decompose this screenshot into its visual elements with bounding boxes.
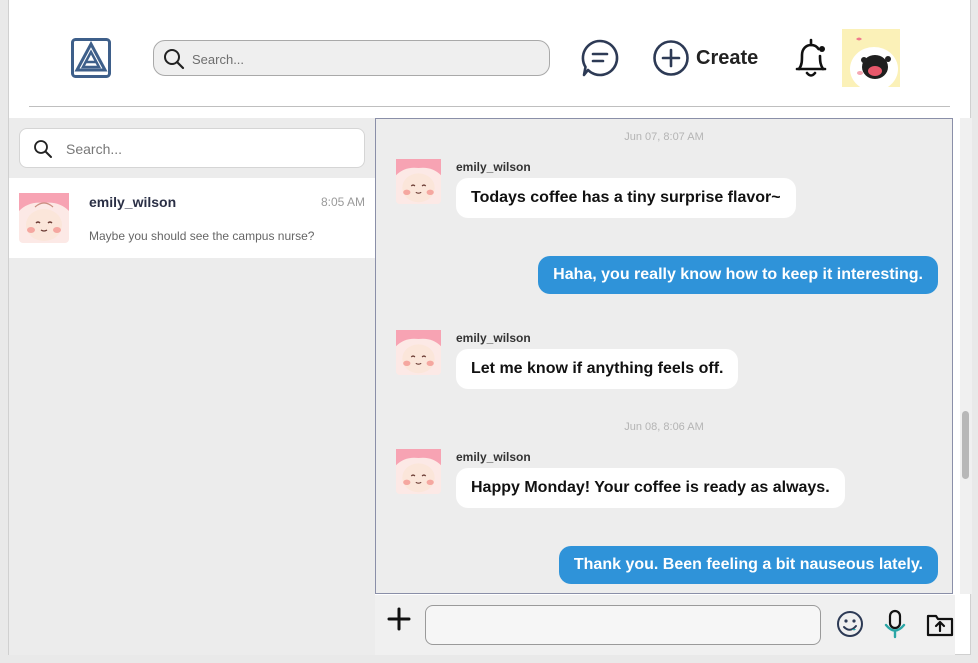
message-outgoing: Haha, you really know how to keep it int… <box>538 256 938 294</box>
sender-avatar[interactable] <box>396 330 441 375</box>
message-composer <box>375 595 955 655</box>
conversation-preview: Maybe you should see the campus nurse? <box>89 229 315 243</box>
top-bar: Create <box>9 0 970 108</box>
top-search-input[interactable] <box>192 49 532 69</box>
message-incoming: emily_wilson Todays coffee has a tiny su… <box>396 159 816 221</box>
conversation-item[interactable]: emily_wilson 8:05 AM Maybe you should se… <box>9 178 375 258</box>
conversation-sidebar: emily_wilson 8:05 AM Maybe you should se… <box>9 118 375 655</box>
message-input[interactable] <box>425 605 821 645</box>
upload-icon[interactable] <box>926 611 954 637</box>
mic-icon[interactable] <box>884 609 906 639</box>
message-bubble: Todays coffee has a tiny surprise flavor… <box>456 178 796 218</box>
chat-panel[interactable]: Jun 07, 8:07 AM emily_wilson Todays coff… <box>375 118 953 594</box>
user-avatar[interactable] <box>842 29 900 87</box>
create-button[interactable]: Create <box>652 38 762 78</box>
message-bubble: Let me know if anything feels off. <box>456 349 739 389</box>
message-sender: emily_wilson <box>456 450 531 464</box>
app-logo-icon[interactable] <box>71 38 111 78</box>
search-icon <box>33 139 53 159</box>
message-sender: emily_wilson <box>456 160 531 174</box>
conversation-search-input[interactable] <box>66 139 346 159</box>
bell-icon <box>793 38 829 83</box>
date-stamp: Jun 07, 8:07 AM <box>624 131 704 143</box>
notifications-button[interactable] <box>793 37 829 79</box>
plus-icon[interactable] <box>387 607 411 631</box>
sender-avatar[interactable] <box>396 449 441 494</box>
header-divider <box>29 106 950 107</box>
conversation-search-bar[interactable] <box>19 128 365 168</box>
top-search-bar[interactable] <box>153 40 550 76</box>
message-outgoing: Thank you. Been feeling a bit nauseous l… <box>558 546 938 584</box>
message-bubble: Happy Monday! Your coffee is ready as al… <box>456 468 845 508</box>
date-stamp: Jun 08, 8:06 AM <box>624 421 704 433</box>
message-incoming: emily_wilson Happy Monday! Your coffee i… <box>396 449 856 511</box>
conversation-name: emily_wilson <box>89 194 177 210</box>
messages-button[interactable] <box>580 38 620 78</box>
sender-avatar[interactable] <box>396 159 441 204</box>
app-window: Create <box>8 0 972 655</box>
search-icon <box>163 48 185 70</box>
message-incoming: emily_wilson Let me know if anything fee… <box>396 330 816 392</box>
contact-avatar <box>19 193 69 243</box>
message-sender: emily_wilson <box>456 331 531 345</box>
create-label: Create <box>696 46 759 69</box>
emoji-icon[interactable] <box>836 610 864 638</box>
conversation-time: 8:05 AM <box>320 195 365 209</box>
scrollbar-thumb[interactable] <box>962 411 969 479</box>
chat-scrollbar[interactable] <box>960 118 972 594</box>
chat-icon <box>580 39 620 82</box>
plus-circle-icon <box>652 39 690 77</box>
